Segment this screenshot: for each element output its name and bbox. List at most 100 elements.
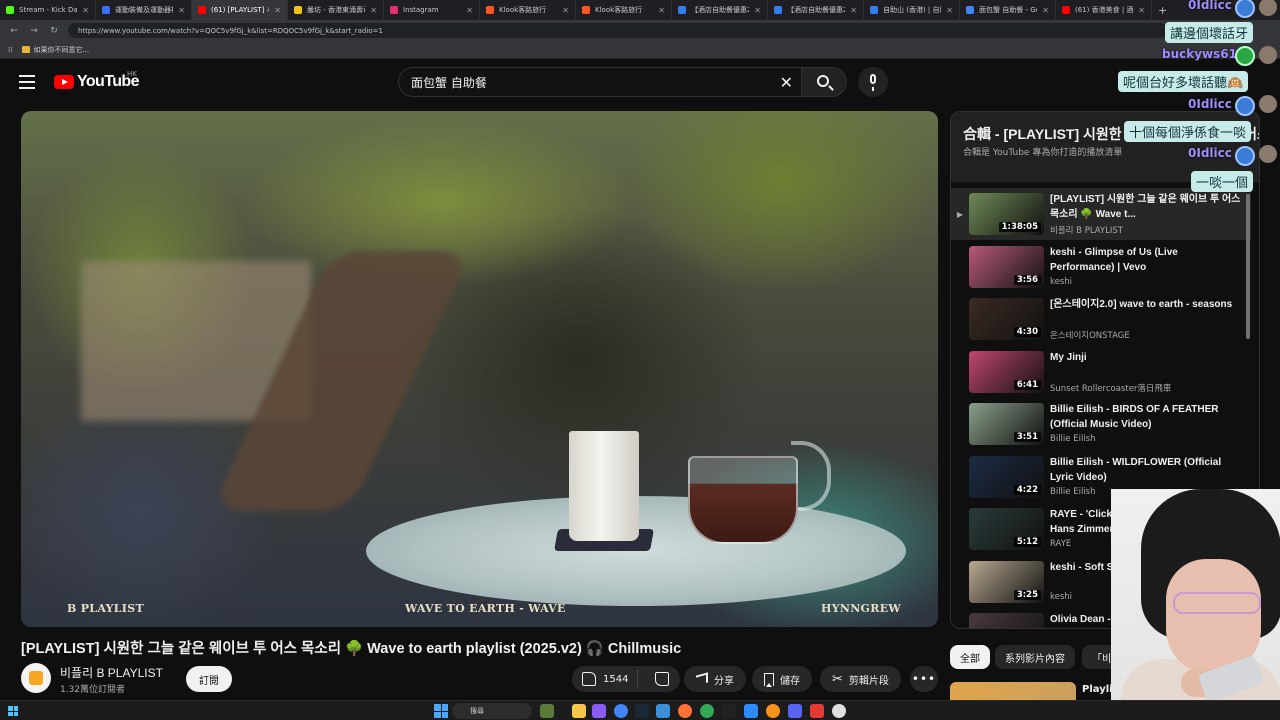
firefox-icon[interactable] xyxy=(678,704,692,718)
browser-tab[interactable]: (61) 香港美食 | 酒店自助 ✕ xyxy=(1056,0,1152,20)
app-icon[interactable] xyxy=(832,704,846,718)
clip-button[interactable]: ✂ 剪輯片段 xyxy=(820,666,901,692)
forward-icon[interactable]: → xyxy=(28,26,40,36)
playlist-video-channel: Sunset Rollercoaster落日飛車 xyxy=(1050,383,1172,394)
search-input[interactable]: 面包蟹 自助餐 ✕ xyxy=(398,67,801,97)
channel-avatar[interactable] xyxy=(21,663,51,693)
browser-tab[interactable]: 面包蟹 自助餐 - Goog ✕ xyxy=(960,0,1056,20)
next-video-thumbnail[interactable] xyxy=(950,682,1076,700)
new-tab-button[interactable]: + xyxy=(1152,4,1173,17)
scissors-icon: ✂ xyxy=(832,671,843,687)
browser-tab[interactable]: 【酒店自助餐優惠2025 ✕ xyxy=(672,0,768,20)
playlist-video-title[interactable]: My Jinji xyxy=(1050,350,1245,380)
tab-close-icon[interactable]: ✕ xyxy=(562,6,569,15)
clip-label: 剪輯片段 xyxy=(848,675,889,687)
tab-close-icon[interactable]: ✕ xyxy=(754,6,761,15)
back-icon[interactable]: ← xyxy=(8,26,20,36)
app-icon[interactable] xyxy=(656,704,670,718)
like-button[interactable]: 1544 xyxy=(572,670,639,688)
tab-label: 【酒店自助餐優惠2025 xyxy=(691,6,749,14)
tab-close-icon[interactable]: ✕ xyxy=(466,6,473,15)
tab-label: 嚴坊 - 香港東涌壽司 xyxy=(307,6,366,14)
chip-all[interactable]: 全部 xyxy=(950,645,990,669)
tab-close-icon[interactable]: ✕ xyxy=(658,6,665,15)
app-icon[interactable] xyxy=(744,704,758,718)
chrome-icon[interactable] xyxy=(700,704,714,718)
playlist-video-title[interactable]: Billie Eilish - WILDFLOWER (Official Lyr… xyxy=(1050,455,1245,485)
reload-icon[interactable]: ↻ xyxy=(48,26,60,36)
app-icon[interactable] xyxy=(722,704,736,718)
video-thumbnail[interactable]: 4:30 xyxy=(969,298,1044,340)
video-thumbnail[interactable]: 5:12 xyxy=(969,508,1044,550)
video-duration: 3:56 xyxy=(1013,274,1041,285)
tab-close-icon[interactable]: ✕ xyxy=(82,6,89,15)
playlist-item[interactable]: 6:41 My Jinji Sunset Rollercoaster落日飛車 xyxy=(951,346,1251,398)
tab-close-icon[interactable]: ✕ xyxy=(946,6,953,15)
steam-icon[interactable] xyxy=(635,704,649,718)
chrome-icon[interactable] xyxy=(614,704,628,718)
video-thumbnail[interactable]: 6:41 xyxy=(969,350,1044,393)
browser-tab[interactable]: 運動裝備及運動器材 ✕ xyxy=(96,0,192,20)
app-icon[interactable] xyxy=(592,704,606,718)
bookmark-item[interactable]: 如果你不同意它... xyxy=(22,45,89,55)
app-icon[interactable] xyxy=(810,704,824,718)
bookmarks-bar: ⁞⁞ 如果你不同意它... xyxy=(0,41,1280,59)
url-field[interactable]: https://www.youtube.com/watch?v=QOC5v9fG… xyxy=(68,23,1168,38)
video-player[interactable]: B PLAYLIST WAVE TO EARTH - WAVE HYNNGREW xyxy=(21,111,938,627)
tab-close-icon[interactable]: ✕ xyxy=(178,6,185,15)
tab-close-icon[interactable]: ✕ xyxy=(850,6,857,15)
tab-close-icon[interactable]: ✕ xyxy=(1042,6,1049,15)
tab-label: (61) [PLAYLIST] 시 xyxy=(211,6,270,14)
playlist-item[interactable]: 3:51 Billie Eilish - BIRDS OF A FEATHER (… xyxy=(951,398,1251,450)
video-thumbnail[interactable]: 3:56 xyxy=(969,245,1044,288)
chip-series[interactable]: 系列影片內容 xyxy=(995,645,1075,669)
voice-search-button[interactable] xyxy=(858,67,888,97)
file-explorer-icon[interactable] xyxy=(572,704,586,718)
thumbs-down-icon xyxy=(655,672,670,686)
playlist-video-title[interactable]: [온스테이지2.0] wave to earth - seasons xyxy=(1050,297,1245,327)
playlist-item[interactable]: ▶ 1:38:05 [PLAYLIST] 시원한 그늘 같은 웨이브 투 어스 목소… xyxy=(951,188,1251,240)
widgets-icon[interactable] xyxy=(8,706,18,716)
browser-tab[interactable]: (61) [PLAYLIST] 시 ✕ xyxy=(192,0,288,20)
playlist-video-title[interactable]: [PLAYLIST] 시원한 그늘 같은 웨이브 투 어스 목소리 🌳 Wave… xyxy=(1050,192,1245,222)
search-button[interactable] xyxy=(801,67,847,97)
tab-favicon-icon xyxy=(582,6,590,14)
video-thumbnail[interactable]: 4:22 xyxy=(969,455,1044,498)
playlist-item[interactable]: 3:56 keshi - Glimpse of Us (Live Performa… xyxy=(951,241,1251,293)
tab-close-icon[interactable]: ✕ xyxy=(274,6,281,15)
browser-tab[interactable]: Klook客路旅行 ✕ xyxy=(480,0,576,20)
playlist-video-title[interactable]: Billie Eilish - BIRDS OF A FEATHER (Offi… xyxy=(1050,402,1245,432)
subscribe-button[interactable]: 訂閱 xyxy=(186,666,232,692)
more-actions-button[interactable]: ••• xyxy=(910,666,938,692)
browser-tab[interactable]: Klook客路旅行 ✕ xyxy=(576,0,672,20)
save-button[interactable]: 儲存 xyxy=(752,666,812,692)
playlist-item[interactable]: 4:30 [온스테이지2.0] wave to earth - seasons 온스… xyxy=(951,293,1251,345)
browser-tab[interactable]: Instagram ✕ xyxy=(384,0,480,20)
share-button[interactable]: 分享 xyxy=(684,666,746,692)
playlist-video-title[interactable]: keshi - Glimpse of Us (Live Performance)… xyxy=(1050,245,1245,275)
browser-tab[interactable]: 【酒店自助餐優惠2025 ✕ xyxy=(768,0,864,20)
playlist-index xyxy=(951,503,969,555)
clear-search-icon[interactable]: ✕ xyxy=(780,73,793,92)
app-icon[interactable] xyxy=(766,704,780,718)
dislike-button[interactable] xyxy=(644,672,680,686)
browser-tab[interactable]: 嚴坊 - 香港東涌壽司 ✕ xyxy=(288,0,384,20)
video-thumbnail[interactable]: 3:25 xyxy=(969,560,1044,603)
menu-icon[interactable] xyxy=(19,75,35,89)
discord-icon[interactable] xyxy=(788,704,802,718)
video-thumbnail[interactable] xyxy=(969,613,1044,628)
playlist-scrollbar[interactable] xyxy=(1246,194,1250,339)
browser-tab[interactable]: 自助山 (香港) | 自助 ✕ xyxy=(864,0,960,20)
video-thumbnail[interactable]: 3:51 xyxy=(969,403,1044,445)
tab-close-icon[interactable]: ✕ xyxy=(1138,6,1145,15)
tab-close-icon[interactable]: ✕ xyxy=(370,6,377,15)
taskbar-search[interactable]: 搜尋 xyxy=(452,703,532,719)
video-thumbnail[interactable]: 1:38:05 xyxy=(969,193,1044,235)
widget-app-icon[interactable] xyxy=(540,704,554,718)
video-frame-cup xyxy=(569,431,639,541)
start-button-icon[interactable] xyxy=(434,704,448,718)
video-frame-jug xyxy=(688,456,798,544)
channel-name[interactable]: 비플리 B PLAYLIST xyxy=(60,664,163,681)
apps-icon[interactable]: ⁞⁞ xyxy=(8,46,12,54)
browser-tab[interactable]: Stream - Kick Dashb ✕ xyxy=(0,0,96,20)
